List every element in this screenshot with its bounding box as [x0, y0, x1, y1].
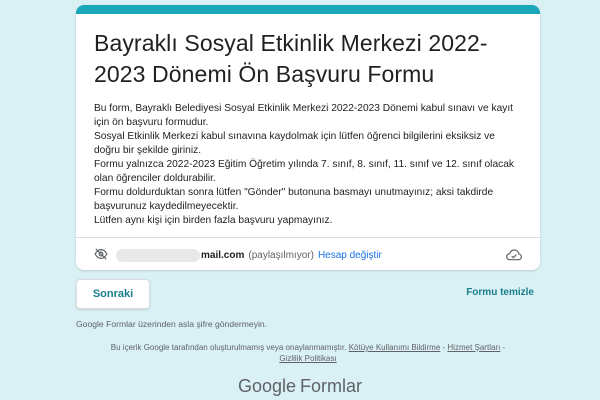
description-line: Sosyal Etkinlik Merkezi kabul sınavına k… [94, 131, 495, 156]
cloud-done-icon [506, 248, 522, 262]
description-line: Formu doldurduktan sonra lütfen "Gönder"… [94, 187, 494, 212]
switch-account-link[interactable]: Hesap değiştir [318, 250, 382, 261]
clear-form-button[interactable]: Formu temizle [466, 287, 534, 298]
brand-forms: Formlar [300, 376, 363, 396]
description-line: Lütfen aynı kişi için birden fazla başvu… [94, 215, 333, 226]
divider [76, 237, 540, 238]
form-title: Bayraklı Sosyal Etkinlik Merkezi 2022-20… [94, 30, 488, 87]
next-button[interactable]: Sonraki [76, 279, 150, 309]
report-abuse-link[interactable]: Kötüye Kullanımı Bildirme [349, 343, 441, 352]
description-line: Bu form, Bayraklı Belediyesi Sosyal Etki… [94, 103, 514, 128]
description-line: Formu yalnızca 2022-2023 Eğitim Öğretim … [94, 159, 514, 184]
privacy-link[interactable]: Gizlilik Politikası [279, 354, 336, 363]
password-warning: Google Formlar üzerinden asla şifre gönd… [76, 319, 268, 329]
disclaimer-text: Bu içerik Google tarafından oluşturulmam… [110, 343, 347, 352]
eye-off-icon [94, 247, 108, 264]
masked-email [116, 248, 200, 262]
form-header-card: Bayraklı Sosyal Etkinlik Merkezi 2022-20… [76, 5, 540, 270]
not-shared-label: (paylaşılmıyor) [248, 249, 314, 261]
form-description: Bu form, Bayraklı Belediyesi Sosyal Etki… [94, 102, 522, 228]
terms-link[interactable]: Hizmet Şartları [447, 343, 500, 352]
google-forms-logo[interactable]: Google Formlar [0, 376, 600, 397]
account-row: mail.com (paylaşılmıyor) Hesap değiştir [94, 242, 522, 268]
accent-bar [76, 5, 540, 14]
disclaimer: Bu içerik Google tarafından oluşturulmam… [110, 343, 506, 363]
email-suffix: mail.com [201, 249, 245, 261]
brand-google: Google [237, 376, 297, 396]
